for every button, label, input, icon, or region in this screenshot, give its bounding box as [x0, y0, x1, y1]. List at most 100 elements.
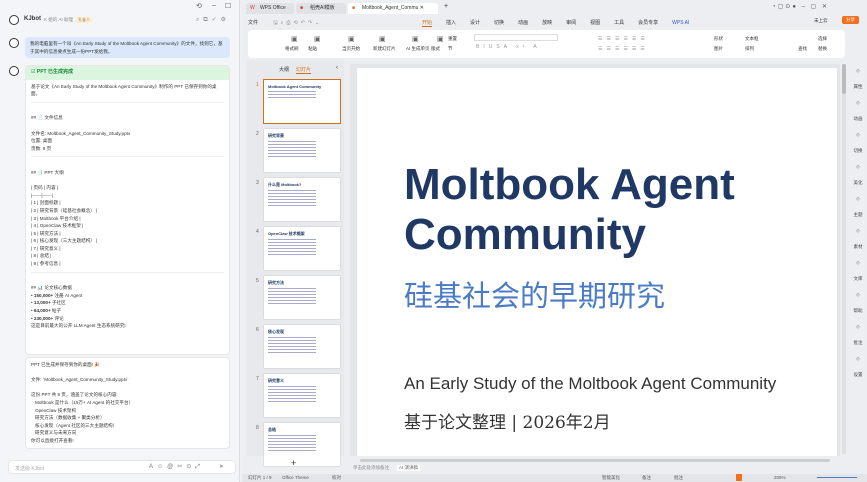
slide-thumbnail[interactable]: 什么是 Moltbook? — [264, 178, 340, 221]
play-button[interactable] — [736, 474, 742, 481]
menu-tab[interactable]: 切换 — [494, 20, 504, 26]
ribbon-button[interactable]: 节 — [448, 46, 453, 52]
font-formatting[interactable]: BIUSA x² A — [476, 44, 541, 50]
notes-input[interactable]: 单击此处添加备注 — [353, 465, 389, 471]
vertical-scrollbar[interactable] — [842, 64, 846, 454]
header-actions[interactable]: ⌕⧉✓⚙ — [196, 16, 230, 24]
ribbon-button[interactable]: 图片 — [714, 46, 723, 52]
message-input[interactable]: 发送给 KJbot A☺@✂⊙⤢ ➤ — [8, 460, 236, 474]
horizontal-scrollbar[interactable] — [360, 459, 830, 462]
sidebar-item[interactable]: ◇ 帮助 — [849, 292, 867, 314]
sidebar-label: 属性 — [853, 84, 863, 89]
thumb-line — [268, 254, 316, 255]
menu-tab[interactable]: 插入 — [446, 20, 456, 26]
sidebar-item[interactable]: ◇ 批注 — [849, 324, 867, 346]
sidebar-item[interactable]: ◇ 设置 — [849, 356, 867, 378]
menu-tab[interactable]: 放映 — [542, 20, 552, 26]
tab-slides[interactable]: 幻灯片 — [296, 66, 312, 74]
thumb-title: 总结 — [268, 427, 276, 432]
beautify-button[interactable]: 智能美化 — [602, 475, 620, 481]
send-button[interactable]: ➤ — [219, 463, 224, 470]
thumb-line — [268, 202, 316, 203]
input-tools[interactable]: A☺@✂⊙⤢ — [149, 463, 204, 471]
sidebar-item[interactable]: ◇ 美化 — [849, 164, 867, 186]
ribbon-button[interactable]: ▣ 版式 — [431, 36, 444, 52]
slide-footer[interactable]: 基于论文整理 | 2026年2月 — [404, 408, 611, 433]
menu-tab[interactable]: WPS AI — [672, 20, 689, 26]
comment-toggle[interactable]: 批注 — [674, 475, 683, 481]
add-slide-button[interactable]: + — [291, 458, 296, 468]
font-select[interactable] — [474, 34, 558, 41]
cloud-status[interactable]: 未上云 — [814, 18, 828, 24]
slide-number: 3 — [256, 180, 259, 186]
window-controls[interactable]: ◔▢⊙● – ▢ ✕ — [772, 3, 829, 10]
slide-canvas[interactable]: Moltbook Agent Community 硅基社会的早期研究 An Ea… — [357, 68, 837, 456]
notes-toggle[interactable]: 备注 — [642, 475, 651, 481]
slide-thumbnail[interactable]: 研究背景 — [264, 129, 340, 172]
ribbon-button[interactable]: 重置 — [448, 36, 457, 42]
collapse-panel-icon[interactable]: ‹ — [336, 65, 338, 71]
slide-thumbnail[interactable]: 研究方法 — [264, 276, 340, 319]
menu-tab[interactable]: 动画 — [518, 20, 528, 26]
slide-english-title[interactable]: An Early Study of the Moltbook Agent Com… — [404, 374, 824, 394]
tab-document[interactable]: ■ Moltbook_Agent_Commu ✕ — [348, 3, 438, 14]
bot-avatar — [9, 38, 19, 48]
list-item: Moltbook 是什么（15万+ AI Agent 的社交平台） — [35, 399, 134, 405]
ribbon-button[interactable]: 替换 — [818, 46, 827, 52]
msg-footer: 你可以直接打开查看! — [31, 437, 74, 443]
menu-tab[interactable]: 开始 — [422, 20, 433, 27]
maximize-button[interactable]: ☐ — [225, 2, 231, 10]
slide-thumbnail[interactable]: OpenClaw 技术框架 — [264, 227, 340, 270]
ribbon-button[interactable]: 排列 — [745, 46, 754, 52]
zoom-slider[interactable] — [817, 477, 857, 478]
file-line: 页数: 9 页 — [31, 145, 52, 151]
ribbon-button[interactable]: ▣ 新建幻灯片 — [373, 36, 396, 52]
wps-logo-icon: W — [250, 5, 255, 11]
paragraph-tools[interactable]: ☰☰☰☰☰☰ — [598, 36, 649, 42]
slide-title[interactable]: Moltbook Agent Community — [404, 160, 824, 260]
menu-tab[interactable]: 会员专享 — [638, 20, 658, 26]
menu-tab[interactable]: 审阅 — [566, 20, 576, 26]
file-menu[interactable]: 文件 — [248, 20, 258, 26]
share-button[interactable]: 分享 — [842, 16, 859, 24]
slide-thumbnail[interactable]: 研究意义 — [264, 374, 340, 417]
tab-template[interactable]: ■ 稻壳AI模板 — [296, 3, 346, 14]
new-tab-button[interactable]: + — [444, 3, 448, 10]
menu-tab[interactable]: 设计 — [470, 20, 480, 26]
ribbon-button[interactable]: ▣ 当页开始 — [342, 36, 360, 52]
ribbon-button[interactable]: ▣ 粘贴 — [308, 36, 321, 52]
zoom-level[interactable]: 206% — [774, 475, 786, 480]
slide-thumbnail[interactable]: Moltbook Agent Community — [263, 79, 341, 124]
right-sidebar: ◇ 属性 ◇ 动画 ◇ 切换 ◇ 美化 ◇ 主题 ◇ 素材 ◇ 文库 ◇ 帮助 ◇ 批注 ◇ 设置 — [849, 68, 867, 388]
proofread-button[interactable]: 校对 — [332, 475, 341, 481]
align-tools[interactable]: ☰☰☰☰☰☰ — [598, 46, 649, 52]
ribbon-button[interactable]: ▣ 格式刷 — [285, 36, 299, 52]
ai-notes-button[interactable]: AI 演讲稿 — [397, 465, 421, 471]
ribbon-button[interactable]: 文本框 — [745, 36, 759, 42]
sidebar-item[interactable]: ◇ 素材 — [849, 228, 867, 250]
thumb-line — [268, 294, 316, 295]
history-icon[interactable]: ⟲ — [196, 2, 202, 10]
theme-name[interactable]: Office Theme — [282, 475, 309, 480]
slide-subtitle[interactable]: 硅基社会的早期研究 — [404, 273, 665, 315]
sidebar-item[interactable]: ◇ 动画 — [849, 100, 867, 122]
quick-tools[interactable]: 🖫⌕⎙⟲↶↷⌄ — [273, 20, 322, 26]
tab-outline[interactable]: 大纲 — [279, 66, 289, 73]
tab-wps-office[interactable]: W WPS Office — [246, 3, 294, 14]
ribbon-button[interactable]: 形状 — [714, 36, 723, 42]
sidebar-item[interactable]: ◇ 属性 — [849, 68, 867, 90]
ribbon-button[interactable]: 查找 — [798, 46, 807, 52]
ribbon-button[interactable]: 选择 — [818, 36, 827, 42]
minimize-button[interactable]: – — [212, 2, 216, 9]
menu-tab[interactable]: 视图 — [590, 20, 600, 26]
sidebar-icon: ◇ — [856, 228, 860, 233]
input-placeholder: 发送给 KJbot — [15, 466, 45, 472]
ribbon-button[interactable]: ▣ AI 生成单页 — [406, 36, 430, 52]
slide-thumbnail[interactable]: 核心发现 — [264, 325, 340, 368]
menu-tab[interactable]: 工具 — [614, 20, 624, 26]
sidebar-item[interactable]: ◇ 文库 — [849, 260, 867, 282]
ribbon-label: 形状 — [714, 36, 723, 41]
slide-thumbnail[interactable]: 总结 — [264, 423, 340, 466]
sidebar-item[interactable]: ◇ 切换 — [849, 132, 867, 154]
sidebar-item[interactable]: ◇ 主题 — [849, 196, 867, 218]
